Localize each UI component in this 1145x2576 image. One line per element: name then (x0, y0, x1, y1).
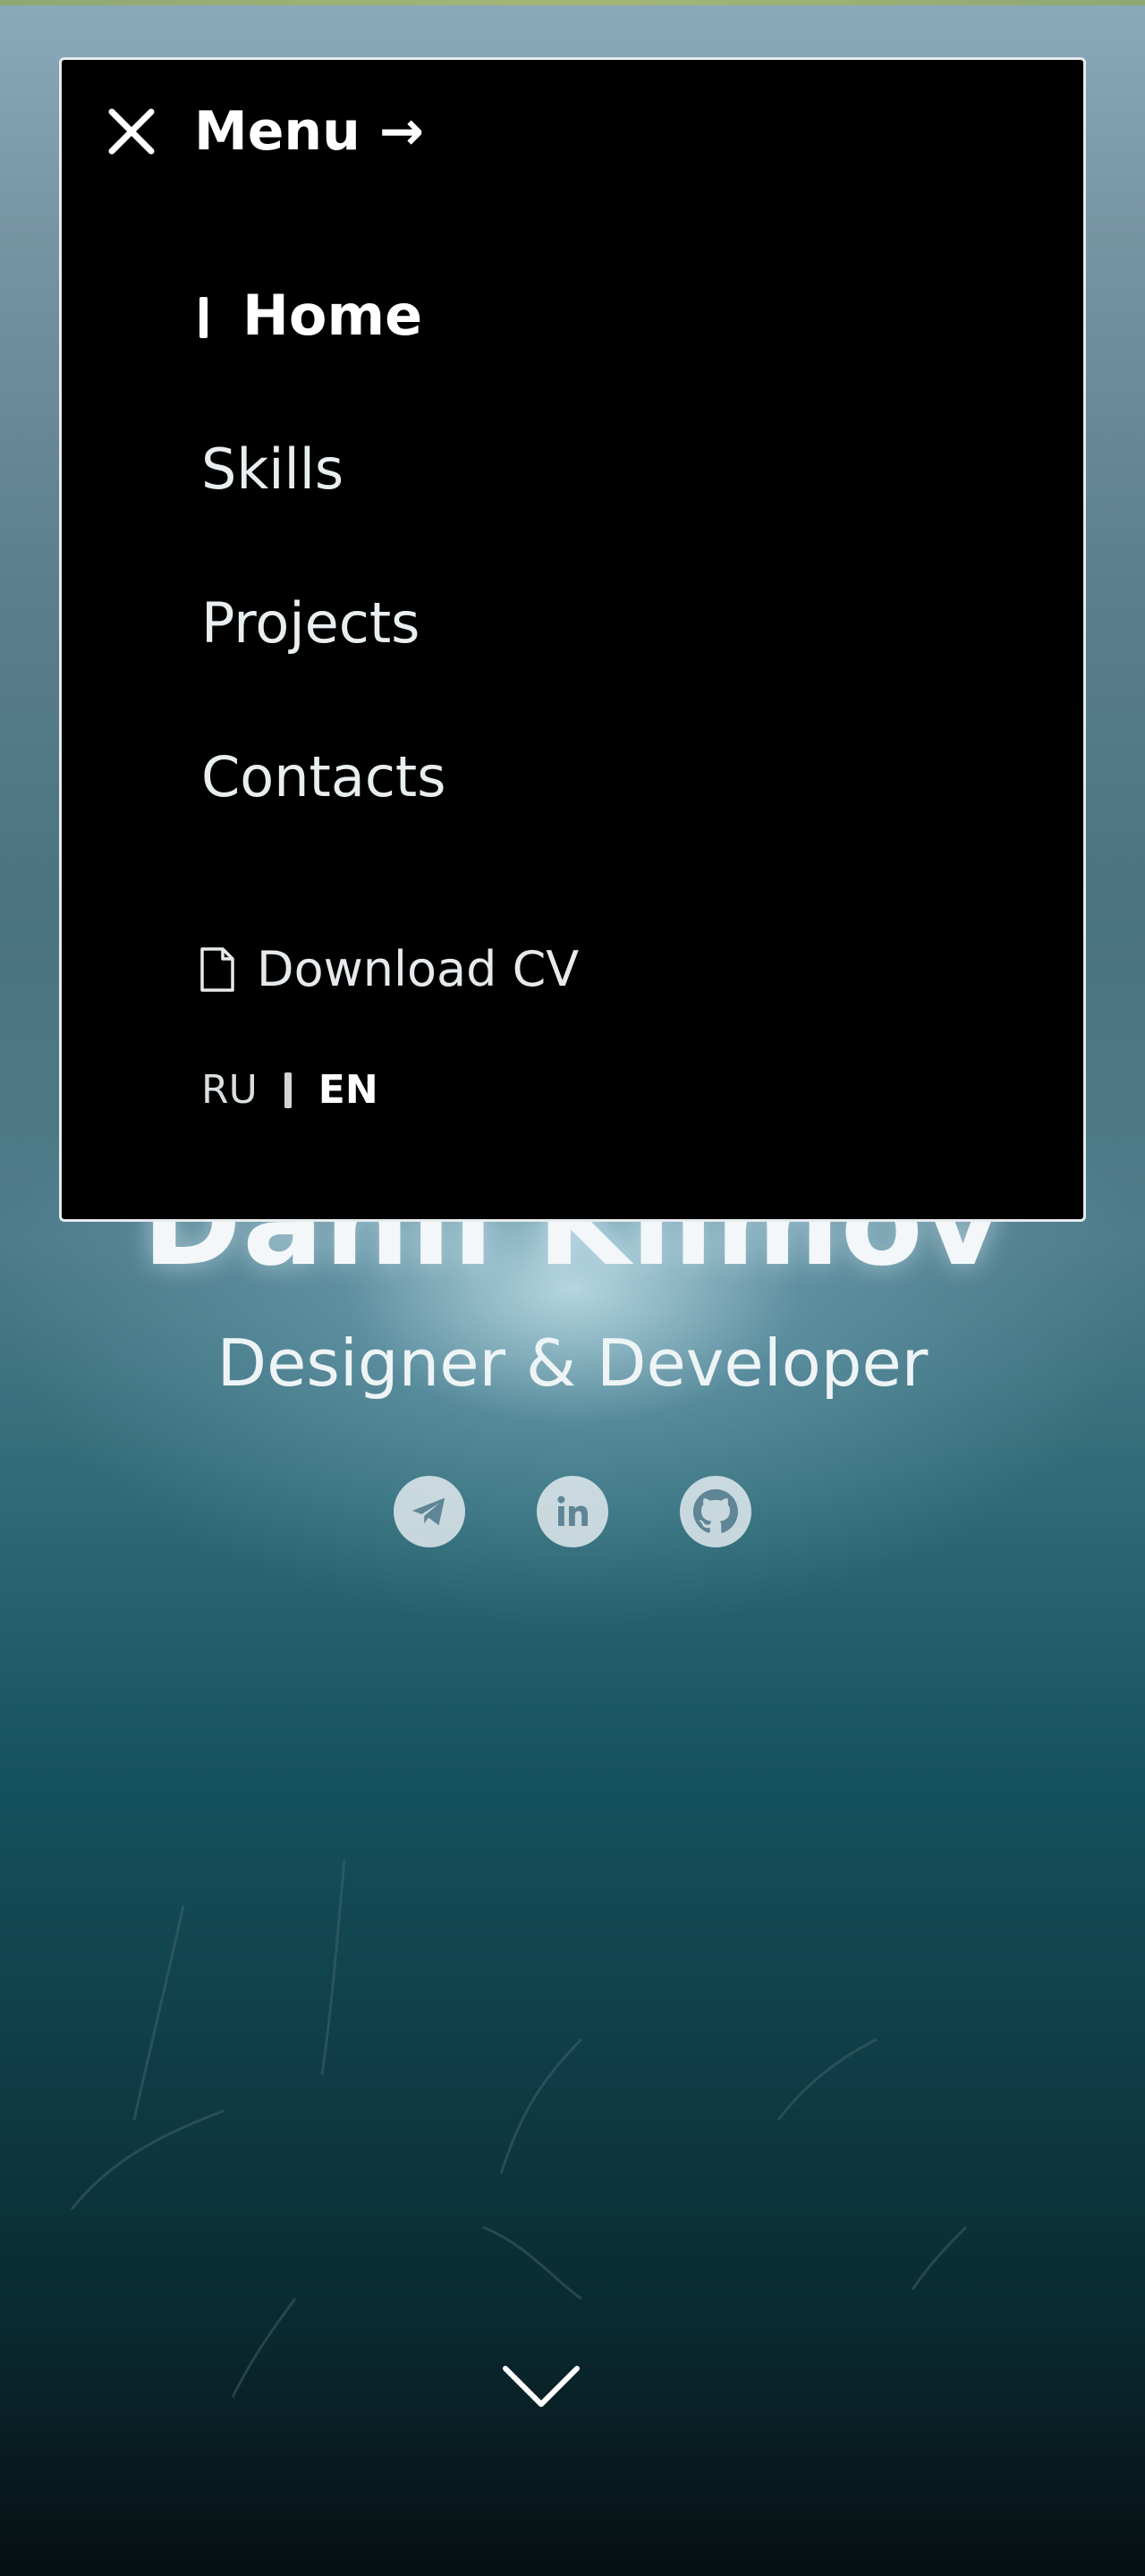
close-menu-button[interactable] (106, 106, 157, 157)
telegram-icon (411, 1497, 445, 1526)
active-indicator (199, 297, 208, 338)
hero-role: Designer & Developer (216, 1326, 929, 1401)
nav-list: Home Skills Projects Contacts (199, 283, 446, 903)
lang-ru-option[interactable]: RU (201, 1071, 258, 1110)
telegram-link[interactable] (394, 1476, 465, 1547)
github-icon (693, 1489, 738, 1533)
chevron-down-icon[interactable] (501, 2361, 581, 2415)
download-cv-label: Download CV (257, 941, 580, 997)
download-cv-link[interactable]: Download CV (199, 941, 579, 997)
lang-en-option[interactable]: EN (318, 1071, 378, 1110)
nav-item-label: Contacts (201, 744, 446, 809)
nav-item-projects[interactable]: Projects (201, 596, 446, 750)
github-link[interactable] (680, 1476, 751, 1547)
nav-item-label: Home (242, 283, 423, 348)
nav-item-label: Skills (201, 436, 344, 502)
nav-item-label: Projects (201, 590, 420, 656)
top-accent-bar (0, 0, 1145, 5)
nav-item-contacts[interactable]: Contacts (201, 750, 446, 903)
menu-header: Menu → (106, 105, 424, 158)
linkedin-link[interactable] (537, 1476, 608, 1547)
nav-item-home[interactable]: Home (199, 283, 446, 442)
document-icon (200, 946, 234, 992)
grass-background (70, 1860, 968, 2398)
language-switcher: RU EN (201, 1071, 378, 1110)
lang-separator (284, 1072, 292, 1108)
social-links (0, 1476, 1145, 1547)
menu-title: Menu → (194, 100, 424, 163)
close-icon (108, 108, 155, 155)
menu-panel: Menu → Home Skills Projects Contacts Dow… (59, 57, 1086, 1222)
linkedin-icon (557, 1496, 588, 1526)
nav-item-skills[interactable]: Skills (201, 442, 446, 596)
